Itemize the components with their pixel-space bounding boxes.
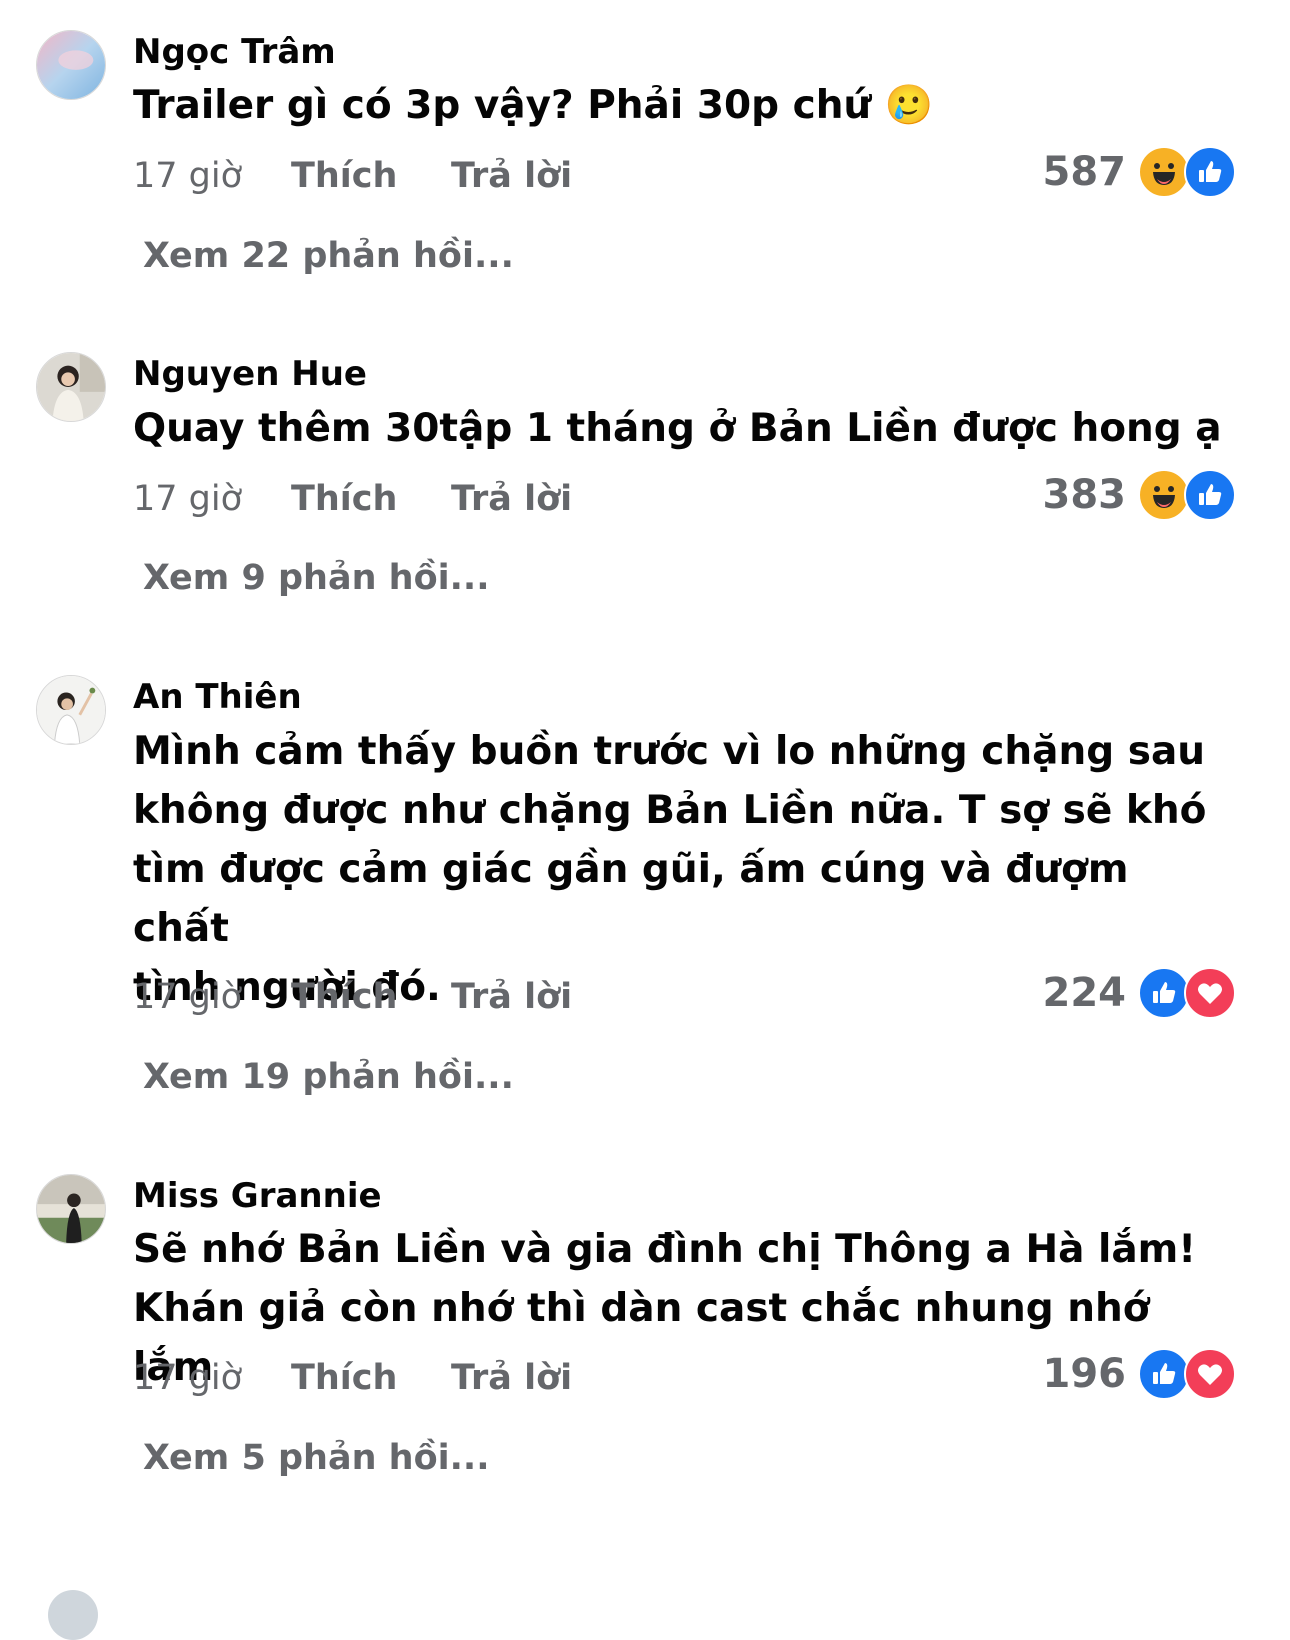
comment-timestamp[interactable]: 17 giờ: [133, 154, 242, 198]
view-replies-link[interactable]: Xem 9 phản hồi...: [143, 556, 490, 600]
like-button[interactable]: Thích: [291, 975, 397, 1019]
reaction-count: 383: [1042, 472, 1127, 518]
reaction-summary[interactable]: 224: [1042, 967, 1236, 1019]
avatar[interactable]: [36, 30, 106, 100]
comment-author[interactable]: Nguyen Hue: [133, 354, 367, 394]
reply-button[interactable]: Trả lời: [451, 1356, 572, 1400]
comment-timestamp[interactable]: 17 giờ: [133, 975, 242, 1019]
avatar-image: [37, 1175, 105, 1243]
view-replies-link[interactable]: Xem 19 phản hồi...: [143, 1055, 514, 1099]
love-icon: [1184, 967, 1236, 1019]
like-icon: [1138, 967, 1190, 1019]
comment-timestamp[interactable]: 17 giờ: [133, 477, 242, 521]
comment-text-line: Mình cảm thấy buồn trước vì lo những chặ…: [133, 729, 1206, 774]
avatar[interactable]: [36, 1174, 106, 1244]
comment-timestamp[interactable]: 17 giờ: [133, 1356, 242, 1400]
like-button[interactable]: Thích: [291, 154, 397, 198]
reaction-count: 224: [1042, 970, 1127, 1016]
haha-icon: [1138, 469, 1190, 521]
comment-text-line: Sẽ nhớ Bản Liền và gia đình chị Thông a …: [133, 1227, 1197, 1272]
avatar-image: [37, 676, 105, 744]
avatar[interactable]: [36, 352, 106, 422]
avatar-image: [37, 353, 105, 421]
avatar-image: [37, 31, 105, 99]
reaction-count: 196: [1042, 1351, 1127, 1397]
avatar[interactable]: [36, 675, 106, 745]
comment-text-line: tìm được cảm giác gần gũi, ấm cúng và đư…: [133, 847, 1129, 951]
like-icon: [1184, 146, 1236, 198]
comment-text-line: không được như chặng Bản Liền nữa. T sợ …: [133, 788, 1207, 833]
reply-button[interactable]: Trả lời: [451, 975, 572, 1019]
love-icon: [1184, 1348, 1236, 1400]
reaction-summary[interactable]: 383: [1042, 469, 1236, 521]
comment-text: Quay thêm 30tập 1 tháng ở Bản Liền được …: [133, 406, 1222, 451]
like-button[interactable]: Thích: [291, 477, 397, 521]
view-replies-link[interactable]: Xem 5 phản hồi...: [143, 1436, 490, 1480]
like-icon: [1184, 469, 1236, 521]
reply-button[interactable]: Trả lời: [451, 477, 572, 521]
like-icon: [1138, 1348, 1190, 1400]
reaction-count: 587: [1042, 149, 1127, 195]
reply-button[interactable]: Trả lời: [451, 154, 572, 198]
comment-text: Trailer gì có 3p vậy? Phải 30p chứ 🥲: [133, 83, 934, 128]
comment-author[interactable]: Miss Grannie: [133, 1176, 382, 1216]
like-button[interactable]: Thích: [291, 1356, 397, 1400]
comment-author[interactable]: Ngọc Trâm: [133, 32, 336, 72]
reaction-summary[interactable]: 587: [1042, 146, 1236, 198]
reaction-summary[interactable]: 196: [1042, 1348, 1236, 1400]
haha-icon: [1138, 146, 1190, 198]
view-replies-link[interactable]: Xem 22 phản hồi...: [143, 234, 514, 278]
comment-author[interactable]: An Thiên: [133, 677, 302, 717]
avatar[interactable]: [48, 1590, 98, 1640]
